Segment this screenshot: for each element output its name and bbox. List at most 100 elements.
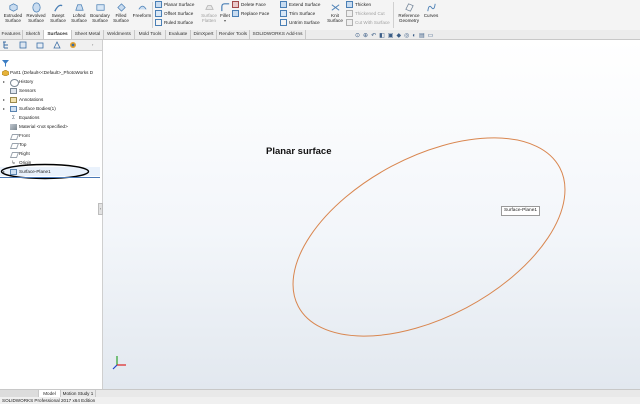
- panel-expand-arrow[interactable]: ›: [92, 41, 102, 49]
- tree-item-history[interactable]: ▸ History: [0, 77, 102, 87]
- tree-item-annotations[interactable]: ▸ Annotations: [0, 95, 102, 104]
- surface-tooltip: Surface-Plane1: [501, 206, 541, 216]
- revolved-surface-icon: [31, 2, 41, 13]
- filled-surface-icon: [116, 3, 126, 12]
- status-bar: SOLIDWORKS Professional 2017 x64 Edition: [0, 397, 640, 404]
- tree-icon: [3, 41, 8, 49]
- fillet-button[interactable]: Fillet ▾: [218, 1, 232, 29]
- filter-icon[interactable]: [2, 60, 9, 67]
- filled-surface-button[interactable]: Filled Surface: [110, 1, 132, 29]
- tab-evaluate[interactable]: Evaluate: [166, 30, 191, 39]
- delete-face-button[interactable]: Delete Face: [232, 0, 266, 9]
- scene-icon[interactable]: ▤: [419, 33, 428, 39]
- plane-icon: [9, 133, 20, 140]
- planar-surface-edge[interactable]: [261, 97, 597, 377]
- tree-item-surface-bodies[interactable]: ▸ Surface Bodies(1): [0, 104, 102, 113]
- triad-icon: [112, 356, 126, 370]
- thicken-button[interactable]: Thicken: [346, 0, 371, 9]
- property-icon: [19, 41, 27, 49]
- reference-geometry-button[interactable]: Reference Geometry: [396, 1, 422, 29]
- tab-mold-tools[interactable]: Mold Tools: [135, 30, 166, 39]
- replace-face-button[interactable]: Replace Face: [232, 9, 269, 18]
- tree-item-equations[interactable]: Σ Equations: [0, 113, 102, 122]
- fillet-icon: [220, 3, 229, 12]
- replace-face-icon: [232, 10, 239, 18]
- curves-button[interactable]: Curves: [420, 1, 442, 29]
- view-toolbar-icons: ⊙⊕↶◧▣◆◎◐▤▭: [355, 32, 436, 40]
- zoom-to-fit-icon[interactable]: ⊙: [355, 33, 363, 39]
- knit-surface-button[interactable]: Knit Surface: [324, 1, 346, 29]
- plane-icon: [9, 151, 20, 158]
- tree-item-right-plane[interactable]: Right: [0, 149, 102, 158]
- display-manager-tab[interactable]: [69, 41, 79, 49]
- ruled-surface-icon: [155, 19, 162, 27]
- offset-surface-button[interactable]: Offset Surface: [155, 9, 193, 18]
- configuration-icon: [36, 42, 44, 49]
- panel-tabs: ›: [0, 40, 102, 51]
- reference-geometry-icon: [404, 3, 414, 12]
- fillet-dropdown-arrow[interactable]: ▾: [218, 18, 232, 23]
- tab-dimxpert[interactable]: DimXpert: [191, 30, 217, 39]
- extend-surface-button[interactable]: Extend Surface: [280, 0, 320, 9]
- material-icon: [10, 123, 17, 130]
- tab-sheet-metal[interactable]: Sheet Metal: [72, 30, 104, 39]
- display-settings-icon[interactable]: ▭: [428, 33, 437, 39]
- untrim-surface-icon: [280, 19, 287, 27]
- boundary-surface-icon: [95, 4, 105, 11]
- panel-collapse-handle[interactable]: ‹: [98, 203, 103, 215]
- extruded-surface-button[interactable]: Extruded Surface: [2, 1, 24, 29]
- feature-manager-tab[interactable]: [2, 41, 12, 49]
- section-view-icon[interactable]: ◧: [379, 33, 388, 39]
- plane-icon: [9, 142, 20, 149]
- freeform-icon: [138, 5, 146, 10]
- rollback-bar[interactable]: [0, 177, 100, 178]
- revolved-surface-button[interactable]: Revolved Surface: [25, 1, 47, 29]
- display-manager-icon: [70, 42, 76, 48]
- tab-features[interactable]: Features: [0, 30, 23, 39]
- cut-with-surface-button[interactable]: Cut With Surface: [346, 18, 390, 27]
- planar-surface-button[interactable]: Planar Surface: [155, 0, 194, 9]
- boundary-surface-button[interactable]: Boundary Surface: [88, 1, 112, 29]
- ribbon-separator: [393, 2, 394, 28]
- tab-weldments[interactable]: Weldments: [104, 30, 135, 39]
- expand-arrow-icon[interactable]: ▸: [3, 95, 7, 104]
- dimxpert-manager-tab[interactable]: [53, 41, 63, 49]
- previous-view-icon[interactable]: ↶: [371, 33, 379, 39]
- tab-sketch[interactable]: Sketch: [23, 30, 44, 39]
- tree-item-front-plane[interactable]: Front: [0, 131, 102, 140]
- lofted-surface-icon: [74, 4, 84, 11]
- swept-surface-icon: [53, 4, 62, 12]
- trim-surface-button[interactable]: Trim Surface: [280, 9, 315, 18]
- appearance-icon[interactable]: ◐: [412, 33, 419, 39]
- ribbon-separator: [152, 2, 153, 28]
- viewport-canvas: [112, 97, 597, 377]
- tree-item-sensors[interactable]: Sensors: [0, 86, 102, 95]
- tab-render-tools[interactable]: Render Tools: [217, 30, 250, 39]
- cut-with-surface-icon: [346, 19, 353, 27]
- surface-flatten-button[interactable]: Surface Flatten: [198, 1, 220, 29]
- delete-face-icon: [232, 1, 239, 9]
- tree-item-material[interactable]: Material <not specified>: [0, 122, 102, 131]
- thickened-cut-button[interactable]: Thickened Cut: [346, 9, 385, 18]
- property-manager-tab[interactable]: [19, 41, 29, 49]
- expand-arrow-icon[interactable]: ▸: [3, 104, 7, 113]
- freeform-button[interactable]: Freeform: [131, 1, 153, 29]
- expand-arrow-icon[interactable]: ▸: [3, 77, 7, 86]
- surface-flatten-icon: [204, 5, 214, 10]
- command-tabs: Features Sketch Surfaces Sheet Metal Wel…: [0, 30, 640, 40]
- tab-solidworks-add-ins[interactable]: SOLIDWORKS Add-Ins: [250, 30, 306, 39]
- feature-manager-panel: Part1 (Default<<Default>_PhotoWorks D ▸ …: [0, 40, 103, 389]
- zoom-area-icon[interactable]: ⊕: [363, 33, 371, 39]
- graphics-area[interactable]: ⊙⊕↶◧▣◆◎◐▤▭ Planar surface Surface-Plane1: [103, 33, 640, 389]
- offset-surface-icon: [155, 10, 162, 18]
- tree-root-part[interactable]: Part1 (Default<<Default>_PhotoWorks D: [0, 68, 102, 77]
- ruled-surface-button[interactable]: Ruled Surface: [155, 18, 193, 27]
- lofted-surface-button[interactable]: Lofted Surface: [68, 1, 90, 29]
- swept-surface-button[interactable]: Swept Surface: [47, 1, 69, 29]
- tree-item-top-plane[interactable]: Top: [0, 140, 102, 149]
- configuration-manager-tab[interactable]: [36, 41, 46, 49]
- display-style-icon[interactable]: ◆: [396, 33, 404, 39]
- extend-surface-icon: [280, 1, 287, 9]
- untrim-surface-button[interactable]: Untrim Surface: [280, 18, 320, 27]
- tab-surfaces[interactable]: Surfaces: [44, 30, 72, 39]
